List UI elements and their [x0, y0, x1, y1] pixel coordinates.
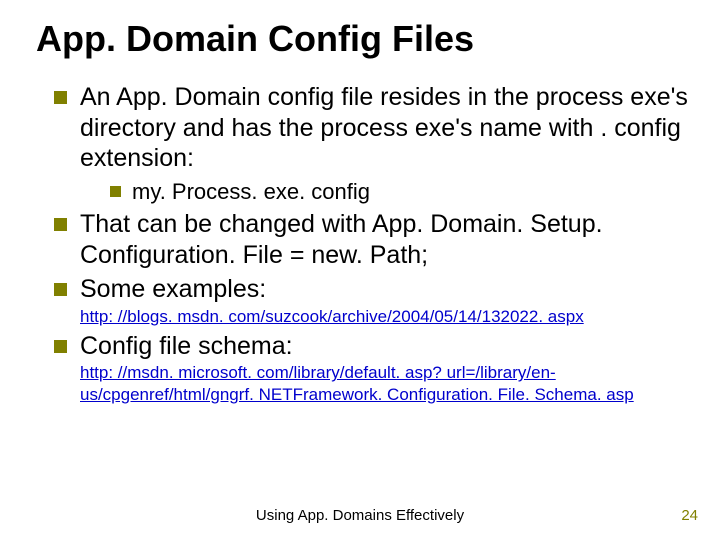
sub-bullet-text: my. Process. exe. config [132, 179, 370, 204]
bullet-text: That can be changed with App. Domain. Se… [80, 210, 603, 269]
footer-text: Using App. Domains Effectively [0, 507, 720, 524]
bullet-item: An App. Domain config file resides in th… [54, 82, 690, 205]
example-link[interactable]: http: //blogs. msdn. com/suzcook/archive… [80, 306, 690, 327]
page-number: 24 [681, 507, 698, 524]
bullet-item: Config file schema: http: //msdn. micros… [54, 331, 690, 405]
bullet-list: An App. Domain config file resides in th… [30, 82, 690, 405]
slide: App. Domain Config Files An App. Domain … [0, 0, 720, 540]
bullet-text: An App. Domain config file resides in th… [80, 83, 688, 172]
schema-link[interactable]: http: //msdn. microsoft. com/library/def… [80, 362, 690, 405]
bullet-item: Some examples: http: //blogs. msdn. com/… [54, 274, 690, 327]
bullet-text: Config file schema: [80, 332, 293, 360]
bullet-text: Some examples: [80, 275, 266, 303]
slide-title: App. Domain Config Files [36, 18, 690, 60]
bullet-item: That can be changed with App. Domain. Se… [54, 209, 690, 270]
sub-bullet-item: my. Process. exe. config [110, 178, 690, 206]
sub-bullet-list: my. Process. exe. config [80, 178, 690, 206]
